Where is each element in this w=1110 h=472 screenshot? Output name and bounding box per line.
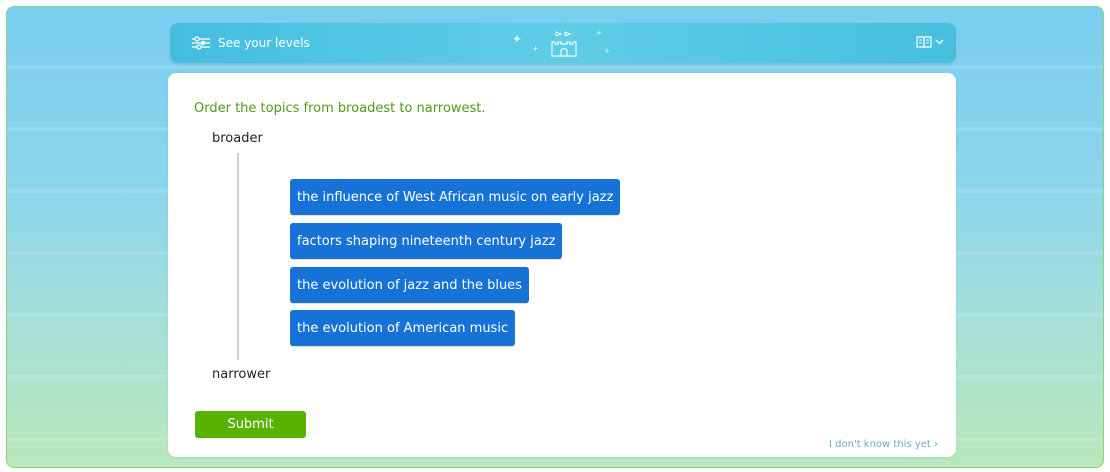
- sparkle-icon: +: [604, 47, 610, 55]
- book-menu-button[interactable]: [915, 34, 944, 50]
- book-icon: [916, 36, 932, 49]
- topic-tile[interactable]: factors shaping nineteenth century jazz: [290, 223, 563, 259]
- order-scale-line: [237, 153, 239, 360]
- sliders-icon: [192, 36, 210, 50]
- question-prompt: Order the topics from broadest to narrow…: [194, 101, 486, 116]
- topic-tile[interactable]: the evolution of American music: [290, 310, 516, 346]
- narrower-label: narrower: [212, 367, 271, 382]
- castle-icon: [551, 31, 577, 57]
- sparkle-icon: +: [532, 44, 539, 53]
- see-levels-button[interactable]: See your levels: [190, 33, 310, 53]
- sparkle-icon: +: [596, 29, 602, 37]
- submit-button[interactable]: Submit: [195, 411, 306, 438]
- question-card: Order the topics from broadest to narrow…: [168, 73, 956, 457]
- app-frame: See your levels ✦ + + + Order the topics…: [6, 6, 1104, 468]
- broader-label: broader: [212, 131, 263, 146]
- topic-tile[interactable]: the evolution of jazz and the blues: [290, 267, 529, 303]
- sparkle-icon: ✦: [512, 32, 523, 46]
- chevron-down-icon: [935, 39, 944, 45]
- level-bar: See your levels ✦ + + +: [170, 23, 956, 63]
- dont-know-link[interactable]: I don't know this yet ›: [829, 439, 938, 450]
- see-levels-label: See your levels: [218, 36, 310, 50]
- topic-tile[interactable]: the influence of West African music on e…: [290, 179, 621, 215]
